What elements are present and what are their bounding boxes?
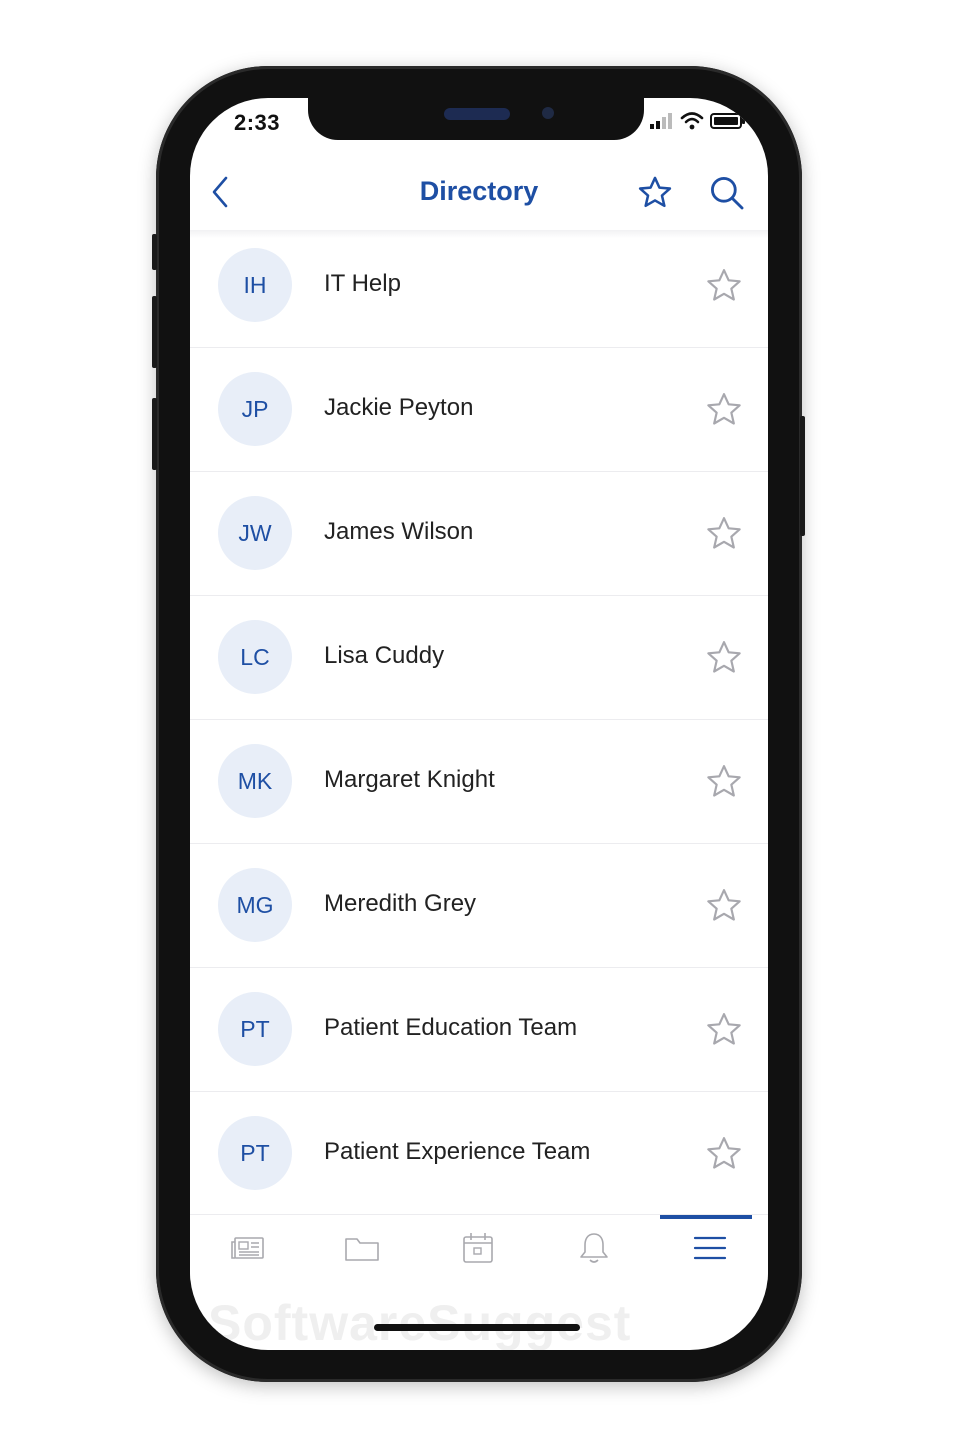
star-outline-icon[interactable] — [704, 638, 744, 678]
contact-name: Margaret Knight — [324, 766, 495, 793]
contact-name: Jackie Peyton — [324, 394, 474, 421]
contact-name: IT Help — [324, 270, 401, 297]
menu-icon — [693, 1236, 727, 1260]
contact-name: James Wilson — [324, 518, 474, 545]
avatar: JW — [218, 496, 292, 570]
contact-name: Meredith Grey — [324, 890, 477, 917]
star-outline-icon[interactable] — [704, 886, 744, 926]
avatar: MG — [218, 868, 292, 942]
news-icon — [231, 1237, 264, 1259]
contact-name: Lisa Cuddy — [324, 642, 445, 669]
phone-mute-switch — [152, 234, 157, 270]
search-icon[interactable] — [708, 174, 746, 212]
avatar: LC — [218, 620, 292, 694]
cellular-signal-icon — [650, 113, 672, 129]
app-header: Directory — [190, 160, 768, 228]
directory-row[interactable]: PT Patient Education Team — [190, 968, 768, 1092]
page-title: Directory — [419, 176, 539, 206]
tab-notifications[interactable] — [536, 1215, 652, 1281]
tab-files[interactable] — [304, 1215, 420, 1281]
notch — [308, 98, 644, 140]
star-outline-icon[interactable] — [704, 1010, 744, 1050]
star-outline-icon[interactable] — [704, 390, 744, 430]
speaker — [444, 108, 510, 120]
folder-icon — [345, 1238, 379, 1261]
phone-power-button — [800, 416, 805, 536]
status-time: 2:33 — [234, 110, 281, 135]
tab-bar — [190, 1214, 768, 1281]
avatar: PT — [218, 1116, 292, 1190]
phone-volume-up — [152, 296, 157, 368]
status-icons — [650, 112, 746, 130]
avatar: JP — [218, 372, 292, 446]
bell-icon — [580, 1233, 608, 1263]
calendar-icon — [463, 1233, 493, 1263]
directory-list: IH IT Help JP Jackie Peyton JW James Wil… — [190, 224, 768, 1215]
phone-volume-down — [152, 398, 157, 470]
directory-row[interactable]: LC Lisa Cuddy — [190, 596, 768, 720]
directory-row[interactable]: MG Meredith Grey — [190, 844, 768, 968]
star-outline-icon[interactable] — [704, 762, 744, 802]
star-outline-icon[interactable] — [704, 1134, 744, 1174]
avatar: IH — [218, 248, 292, 322]
directory-row[interactable]: MK Margaret Knight — [190, 720, 768, 844]
directory-row[interactable]: JW James Wilson — [190, 472, 768, 596]
contact-name: Patient Education Team — [324, 1014, 578, 1041]
directory-row[interactable]: JP Jackie Peyton — [190, 348, 768, 472]
app-screen: 2:33 Directory IH IT Help JP Jackie Peyt… — [190, 98, 768, 1350]
avatar: MK — [218, 744, 292, 818]
battery-icon — [710, 113, 745, 129]
star-outline-icon[interactable] — [636, 174, 674, 212]
directory-row[interactable]: IH IT Help — [190, 224, 768, 348]
tab-news[interactable] — [190, 1215, 306, 1281]
wifi-icon — [680, 112, 704, 130]
home-indicator[interactable] — [374, 1324, 580, 1331]
star-outline-icon[interactable] — [704, 266, 744, 306]
watermark: SoftwareSuggest — [208, 1295, 632, 1350]
star-outline-icon[interactable] — [704, 514, 744, 554]
contact-name: Patient Experience Team — [324, 1138, 591, 1165]
tab-menu[interactable] — [652, 1215, 768, 1281]
directory-row[interactable]: PT Patient Experience Team — [190, 1092, 768, 1215]
tab-calendar[interactable] — [420, 1215, 536, 1281]
avatar: PT — [218, 992, 292, 1066]
front-camera — [542, 107, 554, 119]
